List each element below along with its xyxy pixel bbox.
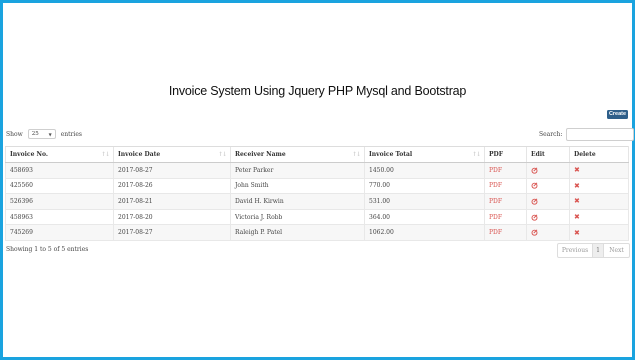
- length-control: Show 25 ▼ entries: [6, 128, 82, 140]
- invoice-date-cell: 2017-08-21: [113, 193, 231, 210]
- column-header-label: Delete: [574, 151, 596, 158]
- invoice-total-cell: 1062.00: [364, 224, 485, 241]
- create-button[interactable]: Create: [607, 110, 628, 119]
- pdf-cell: PDF: [484, 193, 527, 210]
- next-button[interactable]: Next: [604, 244, 629, 257]
- delete-cell: ✖: [569, 193, 629, 210]
- delete-cell: ✖: [569, 162, 629, 179]
- column-header-label: Invoice Total: [369, 151, 413, 158]
- table-row: 458963 2017-08-20 Victoria J. Robb 364.0…: [5, 209, 629, 226]
- table-header-row: Invoice No. ↑↓ Invoice Date ↑↓ Receiver …: [5, 146, 629, 163]
- invoice-date-cell: 2017-08-26: [113, 178, 231, 195]
- column-header-label: Receiver Name: [235, 151, 286, 158]
- invoice-date-cell: 2017-08-27: [113, 224, 231, 241]
- column-header-invoice-total[interactable]: Invoice Total ↑↓: [364, 146, 485, 163]
- search-input[interactable]: [566, 127, 635, 141]
- table-row: 458693 2017-08-27 Peter Parker 1450.00 P…: [5, 162, 629, 179]
- invoice-date-cell: 2017-08-27: [113, 162, 231, 179]
- delete-icon[interactable]: ✖: [574, 213, 580, 221]
- table-row: 745269 2017-08-27 Raleigh P. Patel 1062.…: [5, 224, 629, 241]
- previous-button[interactable]: Previous: [558, 244, 593, 257]
- column-header-label: Edit: [531, 151, 545, 158]
- column-header-invoice-date[interactable]: Invoice Date ↑↓: [113, 146, 231, 163]
- column-header-delete: Delete: [569, 146, 629, 163]
- edit-cell: [526, 209, 570, 226]
- page-1-button[interactable]: 1: [593, 244, 604, 257]
- edit-icon[interactable]: [531, 214, 538, 221]
- sort-icon: ↑↓: [351, 151, 361, 158]
- receiver-name-cell: John Smith: [230, 178, 365, 195]
- entries-label: entries: [60, 130, 82, 138]
- table-row: 425560 2017-08-26 John Smith 770.00 PDF …: [5, 178, 629, 195]
- invoice-no-cell: 745269: [5, 224, 114, 241]
- sort-icon: ↑↓: [100, 151, 110, 158]
- delete-cell: ✖: [569, 178, 629, 195]
- sort-icon: ↑↓: [217, 151, 227, 158]
- entries-select-value: 25: [31, 131, 39, 137]
- entries-select[interactable]: 25 ▼: [27, 129, 56, 139]
- pdf-cell: PDF: [484, 224, 527, 241]
- delete-cell: ✖: [569, 224, 629, 241]
- pdf-cell: PDF: [484, 162, 527, 179]
- receiver-name-cell: David H. Kirwin: [230, 193, 365, 210]
- invoice-total-cell: 770.00: [364, 178, 485, 195]
- chevron-down-icon: ▼: [48, 131, 52, 137]
- receiver-name-cell: Raleigh P. Patel: [230, 224, 365, 241]
- invoice-no-cell: 458963: [5, 209, 114, 226]
- edit-icon[interactable]: [531, 182, 538, 190]
- delete-icon[interactable]: ✖: [574, 182, 580, 190]
- pdf-link[interactable]: PDF: [489, 229, 502, 236]
- invoice-no-cell: 526396: [5, 193, 114, 210]
- edit-cell: [526, 162, 570, 179]
- receiver-name-cell: Victoria J. Robb: [230, 209, 365, 226]
- column-header-pdf: PDF: [484, 146, 527, 163]
- pdf-cell: PDF: [484, 209, 527, 226]
- pdf-cell: PDF: [484, 178, 527, 195]
- receiver-name-cell: Peter Parker: [230, 162, 365, 179]
- pdf-link[interactable]: PDF: [489, 182, 502, 189]
- invoice-date-cell: 2017-08-20: [113, 209, 231, 226]
- column-header-label: Invoice Date: [118, 151, 161, 158]
- invoice-no-cell: 425560: [5, 178, 114, 195]
- invoice-no-cell: 458693: [5, 162, 114, 179]
- sort-icon: ↑↓: [471, 151, 481, 158]
- delete-icon[interactable]: ✖: [574, 166, 580, 174]
- edit-cell: [526, 178, 570, 195]
- pdf-link[interactable]: PDF: [489, 167, 502, 174]
- edit-icon[interactable]: [531, 167, 538, 174]
- invoice-total-cell: 364.00: [364, 209, 485, 226]
- table-row: 526396 2017-08-21 David H. Kirwin 531.00…: [5, 193, 629, 210]
- edit-cell: [526, 193, 570, 210]
- column-header-invoice-no[interactable]: Invoice No. ↑↓: [5, 146, 114, 163]
- pagination: Previous 1 Next: [557, 243, 630, 258]
- column-header-receiver-name[interactable]: Receiver Name ↑↓: [230, 146, 365, 163]
- page-title: Invoice System Using Jquery PHP Mysql an…: [168, 84, 467, 98]
- search-label: Search:: [539, 130, 563, 138]
- delete-cell: ✖: [569, 209, 629, 226]
- delete-icon[interactable]: ✖: [574, 197, 580, 205]
- edit-icon[interactable]: [531, 229, 538, 236]
- show-label: Show: [6, 130, 23, 138]
- invoice-total-cell: 531.00: [364, 193, 485, 210]
- pdf-link[interactable]: PDF: [489, 198, 502, 205]
- invoice-total-cell: 1450.00: [364, 162, 485, 179]
- invoice-table: Invoice No. ↑↓ Invoice Date ↑↓ Receiver …: [5, 146, 629, 241]
- column-header-edit: Edit: [526, 146, 570, 163]
- pdf-link[interactable]: PDF: [489, 214, 502, 221]
- column-header-label: PDF: [489, 151, 503, 158]
- column-header-label: Invoice No.: [10, 151, 48, 158]
- delete-icon[interactable]: ✖: [574, 229, 580, 237]
- table-info: Showing 1 to 5 of 5 entries: [6, 246, 89, 253]
- edit-cell: [526, 224, 570, 241]
- edit-icon[interactable]: [531, 198, 538, 205]
- search-control: Search:: [539, 127, 635, 141]
